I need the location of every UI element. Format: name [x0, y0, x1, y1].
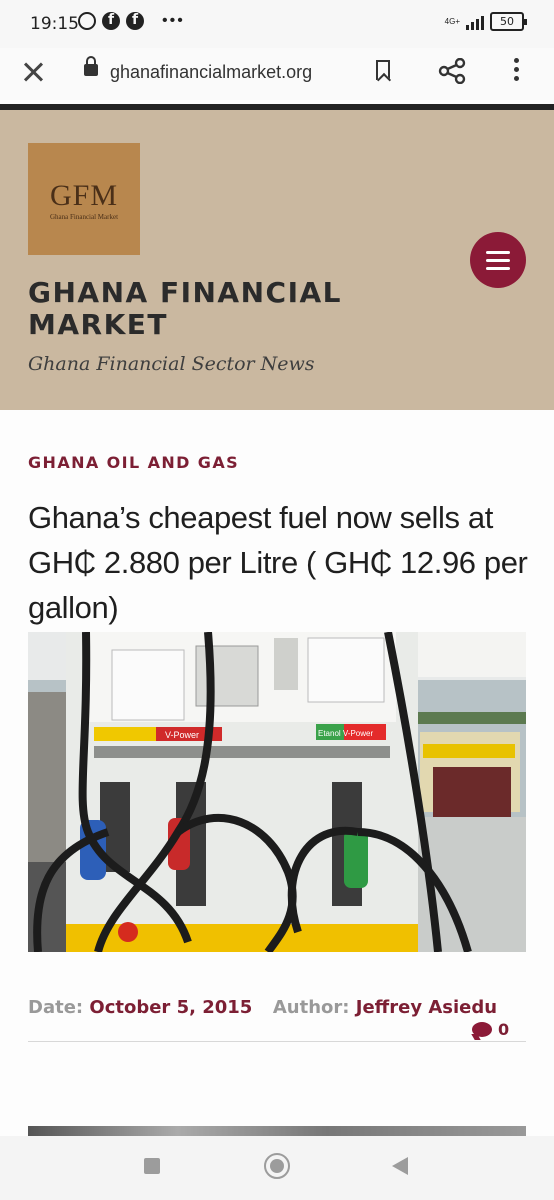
notification-icons: ••• — [78, 12, 185, 30]
meta-divider — [28, 1041, 526, 1042]
site-logo[interactable]: GFM Ghana Financial Market — [28, 143, 140, 255]
url-field[interactable]: ghanafinancialmarket.org — [110, 62, 312, 83]
article-headline[interactable]: Ghana’s cheapest fuel now sells at GH₵ 2… — [28, 495, 528, 630]
lock-icon[interactable] — [84, 56, 98, 76]
article-meta: Date: October 5, 2015 Author: Jeffrey As… — [28, 997, 497, 1018]
more-notifications-icon: ••• — [162, 12, 185, 29]
article-category[interactable]: GHANA OIL AND GAS — [28, 453, 239, 472]
article-date[interactable]: October 5, 2015 — [89, 997, 252, 1018]
back-icon[interactable] — [392, 1157, 408, 1175]
system-indicators: 4G+ 50 — [444, 12, 527, 31]
signal-icon — [466, 14, 484, 30]
site-title[interactable]: GHANA FINANCIAL MARKET — [28, 277, 368, 341]
system-nav-bar — [0, 1136, 554, 1200]
pump-label-vpower: V-Power — [165, 730, 199, 740]
status-time: 19:15 — [30, 14, 79, 34]
share-icon[interactable] — [438, 58, 466, 84]
browser-toolbar: ghanafinancialmarket.org — [0, 48, 554, 104]
comment-icon — [472, 1022, 492, 1037]
comments-link[interactable]: 0 — [472, 1020, 509, 1039]
logo-subtext: Ghana Financial Market — [49, 213, 119, 221]
site-header: GFM Ghana Financial Market GHANA FINANCI… — [0, 110, 554, 410]
article: GHANA OIL AND GAS Ghana’s cheapest fuel … — [0, 410, 554, 1136]
network-type: 4G+ — [444, 16, 460, 26]
overflow-menu-icon[interactable] — [514, 58, 520, 84]
home-icon[interactable] — [264, 1153, 290, 1179]
facebook-icon — [126, 12, 144, 30]
logo-text: GFM — [49, 179, 119, 212]
date-label: Date: — [28, 997, 84, 1018]
article-author[interactable]: Jeffrey Asiedu — [356, 997, 497, 1018]
recent-apps-icon[interactable] — [144, 1158, 160, 1174]
author-label: Author: — [272, 997, 350, 1018]
article-image[interactable]: V-Power Etanol V-Power — [28, 632, 526, 952]
status-bar: 19:15 ••• 4G+ 50 — [0, 0, 554, 48]
whatsapp-icon — [78, 12, 96, 30]
pump-label-etanol: Etanol V-Power — [318, 729, 373, 738]
site-tagline: Ghana Financial Sector News — [28, 353, 315, 375]
bookmark-icon[interactable] — [376, 60, 390, 80]
menu-button[interactable] — [470, 232, 526, 288]
close-icon[interactable] — [22, 60, 46, 84]
hamburger-icon — [486, 251, 510, 254]
battery-icon: 50 — [490, 12, 527, 31]
facebook-icon — [102, 12, 120, 30]
next-article-image-preview[interactable] — [28, 1126, 526, 1136]
comment-count: 0 — [498, 1020, 510, 1039]
